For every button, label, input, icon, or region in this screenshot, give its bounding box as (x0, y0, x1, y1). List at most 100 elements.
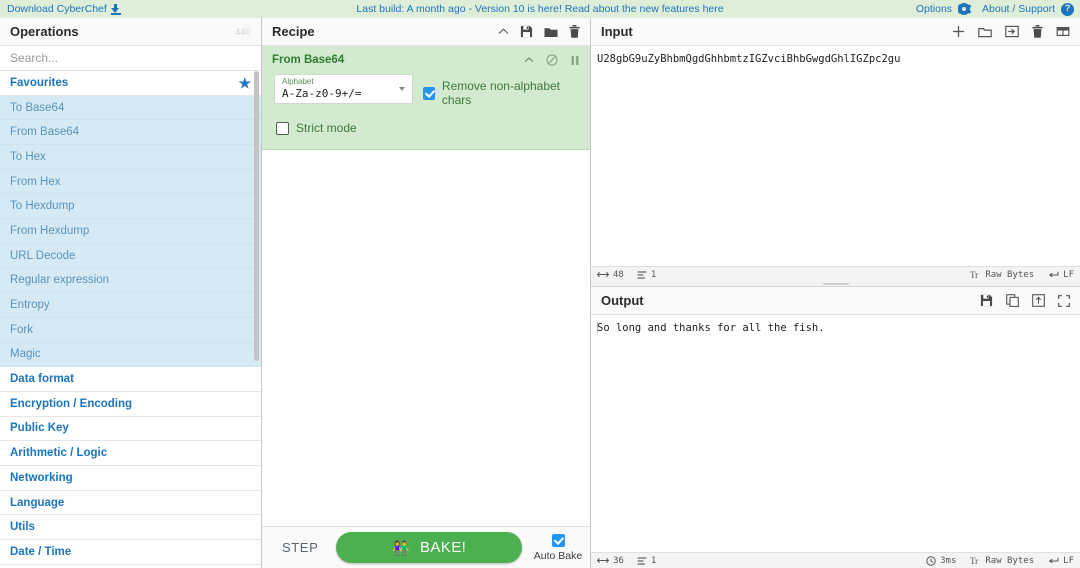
operation-entropy[interactable]: Entropy (0, 293, 261, 318)
sidebar-item-networking[interactable]: Networking (0, 466, 261, 491)
open-folder-as-input-icon[interactable] (1005, 25, 1019, 38)
trash-icon[interactable] (569, 25, 580, 38)
lines-icon (637, 556, 647, 565)
operation-to-hexdump[interactable]: To Hexdump (0, 194, 261, 220)
search-input[interactable] (0, 46, 261, 70)
operation-regular-expression[interactable]: Regular expression (0, 268, 261, 294)
io-panel: Input U28gbG9uZyBhbmQgdGhhbmtzIGZvciBhbG… (591, 18, 1080, 568)
svg-text:Tr: Tr (970, 270, 978, 279)
checkbox-checked-icon[interactable] (551, 533, 565, 547)
options-label[interactable]: Options (916, 3, 952, 15)
sidebar-item-public-key[interactable]: Public Key (0, 416, 261, 442)
tabs-icon[interactable] (1056, 26, 1070, 37)
operation-label: URL Decode (10, 249, 76, 262)
new-features-link[interactable]: here (703, 3, 724, 15)
chevron-down-icon[interactable] (399, 87, 406, 91)
chevron-up-icon[interactable] (524, 56, 534, 64)
operation-fork[interactable]: Fork (0, 317, 261, 343)
star-icon[interactable]: ★ (238, 76, 251, 90)
length-icon (597, 271, 609, 278)
maximise-icon[interactable] (1058, 294, 1070, 307)
clock-icon (926, 555, 936, 566)
folder-icon[interactable] (978, 26, 992, 38)
step-button[interactable]: STEP (268, 540, 326, 555)
recipe-toolbar (498, 25, 580, 38)
operations-scrollbar[interactable] (254, 71, 259, 361)
operation-from-hex[interactable]: From Hex (0, 169, 261, 195)
length-icon (597, 557, 609, 564)
output-encoding[interactable]: Tr Raw Bytes (970, 556, 1034, 566)
input-status-right: Tr Raw Bytes LF (956, 270, 1074, 280)
chevron-up-icon[interactable] (498, 27, 509, 36)
operation-magic[interactable]: Magic (0, 342, 261, 368)
operations-title-bar: Operations 440 (0, 18, 261, 46)
auto-bake-toggle[interactable]: Auto Bake (532, 533, 584, 562)
copy-icon[interactable] (1006, 294, 1019, 307)
output-title: Output (601, 293, 644, 308)
recipe-body[interactable]: From Base64 Alphabet A-Za-z0-9+/= Remove… (262, 46, 590, 526)
remove-non-alphabet-chars-label: Remove non-alphabet chars (441, 79, 560, 107)
sidebar-item-utils[interactable]: Utils (0, 515, 261, 541)
category-label: Date / Time (10, 545, 72, 558)
pause-icon[interactable] (570, 55, 580, 66)
input-encoding[interactable]: Tr Raw Bytes (970, 270, 1034, 280)
input-line-ending[interactable]: LF (1048, 270, 1074, 280)
output-lines-value: 1 (650, 555, 657, 566)
operations-panel: Operations 440 Favourites ★ To Base64 Fr… (0, 18, 262, 568)
sidebar-item-favourites[interactable]: Favourites ★ (0, 71, 261, 96)
return-icon (1049, 271, 1059, 277)
checkbox-unchecked-icon[interactable] (276, 121, 289, 135)
main-area: Operations 440 Favourites ★ To Base64 Fr… (0, 18, 1080, 568)
build-info-text: Last build: A month ago - Version 10 is … (356, 3, 703, 15)
output-line-ending[interactable]: LF (1048, 556, 1074, 566)
recipe-title: Recipe (272, 24, 315, 39)
operation-to-hex[interactable]: To Hex (0, 145, 261, 170)
category-label: Arithmetic / Logic (10, 447, 108, 460)
gear-icon[interactable] (957, 3, 971, 15)
recipe-operation-controls (524, 54, 580, 66)
operation-from-base64[interactable]: From Base64 (0, 120, 261, 146)
sidebar-item-arithmetic-logic[interactable]: Arithmetic / Logic (0, 441, 261, 466)
operation-label: To Hex (10, 150, 46, 163)
search-row (0, 46, 261, 71)
disable-icon[interactable] (546, 54, 558, 66)
input-textarea[interactable]: U28gbG9uZyBhbmQgdGhhbmtzIGZvciBhbGwgdGhl… (591, 46, 1080, 266)
sidebar-item-encryption-encoding[interactable]: Encryption / Encoding (0, 391, 261, 417)
strict-mode-checkbox[interactable]: Strict mode (262, 107, 590, 135)
operation-to-base64[interactable]: To Base64 (0, 95, 261, 121)
replace-input-icon[interactable] (1032, 294, 1045, 307)
io-splitter[interactable] (591, 282, 1080, 286)
folder-icon[interactable] (544, 26, 558, 38)
operation-label: From Hex (10, 175, 61, 188)
alphabet-select[interactable]: Alphabet A-Za-z0-9+/= (274, 74, 414, 104)
plus-icon[interactable] (952, 25, 965, 38)
output-textarea[interactable]: So long and thanks for all the fish. (591, 315, 1080, 552)
bake-button[interactable]: 👫 BAKE! (336, 532, 522, 563)
sidebar-item-data-format[interactable]: Data format (0, 367, 261, 392)
remove-non-alphabet-chars-checkbox[interactable]: Remove non-alphabet chars (423, 74, 578, 107)
recipe-operation-from-base64[interactable]: From Base64 Alphabet A-Za-z0-9+/= Remove… (262, 46, 590, 150)
category-label: Data format (10, 373, 74, 386)
save-icon[interactable] (980, 294, 993, 307)
sidebar-item-date-time[interactable]: Date / Time (0, 540, 261, 565)
trash-icon[interactable] (1032, 25, 1043, 38)
category-label: Utils (10, 521, 35, 534)
output-line-ending-value: LF (1063, 555, 1074, 566)
operation-from-hexdump[interactable]: From Hexdump (0, 219, 261, 244)
save-icon[interactable] (520, 25, 533, 38)
about-support-label[interactable]: About / Support (982, 3, 1055, 15)
operation-label: Magic (10, 348, 41, 361)
input-toolbar (952, 25, 1070, 38)
operation-url-decode[interactable]: URL Decode (0, 243, 261, 269)
checkbox-checked-icon[interactable] (423, 86, 435, 100)
operations-list: Favourites ★ To Base64 From Base64 To He… (0, 71, 261, 568)
output-value: So long and thanks for all the fish. (597, 322, 825, 334)
input-line-ending-value: LF (1063, 269, 1074, 280)
sidebar-item-language[interactable]: Language (0, 490, 261, 516)
input-encoding-value: Raw Bytes (985, 269, 1035, 280)
question-circle-icon[interactable]: ? (1061, 2, 1074, 16)
alphabet-value: A-Za-z0-9+/= (282, 87, 362, 100)
operations-title: Operations (10, 24, 79, 39)
bake-bar: STEP 👫 BAKE! Auto Bake (262, 526, 590, 568)
output-length-value: 36 (613, 555, 624, 566)
